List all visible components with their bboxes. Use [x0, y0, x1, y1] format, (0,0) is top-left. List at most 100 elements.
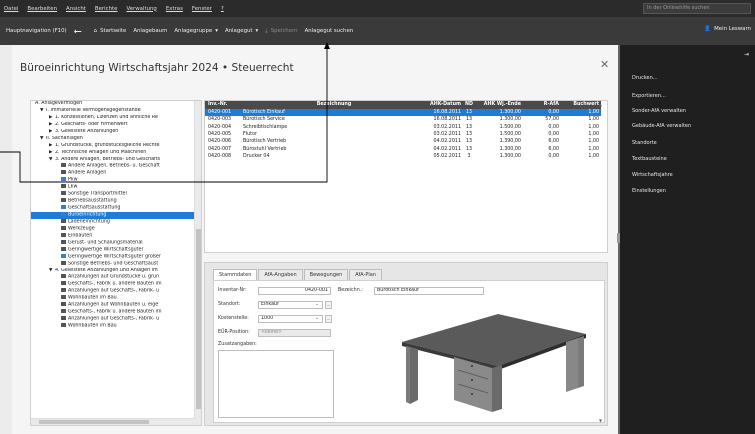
tree-item[interactable]: ▼ 3. Andere Anlagen, Betriebs- und Geschä…	[31, 157, 201, 164]
tree-item[interactable]: Wohnbauten im Bau	[31, 323, 201, 330]
chevron-up-icon[interactable]: ▲	[599, 102, 602, 107]
menu-item[interactable]: Bearbeiten	[27, 6, 57, 12]
menu-item[interactable]: Fenster	[192, 6, 212, 12]
main-vertical-scrollbar[interactable]: ▲ ▼	[596, 100, 608, 426]
bezeichnung-field[interactable]: Bürotisch Einkauf	[374, 287, 484, 295]
eur-position-field[interactable]: <keine>	[258, 329, 331, 337]
menu-item[interactable]: Extras	[166, 6, 183, 12]
main-navigation-button[interactable]: Hauptnavigation (F10)	[6, 28, 67, 34]
asset-group-icon	[61, 295, 66, 300]
menu-item[interactable]: ?	[221, 6, 224, 12]
tab-bewegungen[interactable]: Bewegungen	[303, 269, 349, 280]
tree-vertical-scrollbar[interactable]	[194, 101, 201, 425]
tree-item[interactable]: ▶ 2. Technische Anlagen und Maschinen	[31, 150, 201, 157]
column-header[interactable]: AHK-Datum	[427, 101, 463, 109]
tree-item[interactable]: Geschäfts-, Fabrik u. andere Bauten im	[31, 281, 201, 288]
tree-item[interactable]: ▶ 1. Grundstücke, grundstücksgleiche Rech…	[31, 143, 201, 150]
scrollbar-thumb[interactable]	[196, 229, 201, 409]
tree-item[interactable]: ▼ II. Sachanlagen	[31, 136, 201, 143]
tree-item[interactable]: Sonstige Betriebs- und Geschäftsaust	[31, 260, 201, 268]
tree-item[interactable]: Werkzeuge	[31, 225, 201, 233]
menu-item[interactable]: Verwaltung	[126, 6, 156, 12]
menu-item[interactable]: Datei	[4, 6, 18, 12]
tree-item[interactable]: Büroeinrichtung	[31, 212, 201, 219]
tab-afa-plan[interactable]: AfA-Plan	[349, 269, 383, 280]
tree-item[interactable]: Andere Anlagen	[31, 170, 201, 177]
tab-afa-angaben[interactable]: AfA-Angaben	[258, 269, 303, 280]
table-row[interactable]: 0420-003 Bürotisch Service 16.08.2011 13 1.3…	[205, 116, 601, 123]
asset-group-menu[interactable]: Anlagegruppe ▾	[174, 28, 218, 34]
table-row[interactable]: 0420-005 Flutor 03.02.2011 13 1.500,00 0,00 1,…	[205, 131, 601, 138]
column-header[interactable]: Inv.-Nr.	[206, 101, 240, 109]
tree-item[interactable]: Betriebsausstattung	[31, 198, 201, 205]
sidebar-action-item[interactable]: Gebäude-AfA verwalten	[632, 123, 691, 129]
inventar-field[interactable]: 0420-001	[258, 287, 331, 295]
table-row[interactable]: 0420-001 Bürotisch Einkauf 16.08.2011 13 1.3…	[205, 109, 601, 117]
desk-image	[402, 314, 586, 412]
sidebar-action-item[interactable]: Einstellungen	[632, 188, 666, 194]
tree-item[interactable]: Ladeneinrichtung	[31, 218, 201, 226]
close-icon[interactable]: ✕	[600, 58, 609, 71]
tree-item[interactable]: Sonstige Transportmittel	[31, 191, 201, 198]
table-row[interactable]: 0420-004 Schreibtischlampe 03.02.2011 13 1.5…	[205, 124, 601, 131]
sidebar-action-item[interactable]: Drucken...	[632, 75, 658, 81]
back-arrow-icon[interactable]: ⭠	[74, 26, 82, 37]
table-cell: 03.02.2011	[433, 124, 461, 130]
menu-item[interactable]: Berichte	[95, 6, 118, 12]
chevron-down-icon[interactable]: ⌄	[315, 315, 319, 321]
sidebar-action-item[interactable]: Wirtschaftsjahre	[632, 172, 673, 178]
tree-item[interactable]: Geschäftsausstattung	[31, 205, 201, 212]
tree-item[interactable]: Gerüst- und Schalungsmaterial	[31, 239, 201, 247]
column-header[interactable]: ND	[463, 101, 475, 109]
tree-item[interactable]: Geringwertige Wirtschaftsgüter größer	[31, 253, 201, 261]
tree-item[interactable]: ▼ I. Immaterielle Vermögensgegenstände	[31, 108, 201, 115]
tree-horizontal-scrollbar[interactable]	[31, 418, 196, 425]
tree-item[interactable]: Geringwertige Wirtschaftsgüter	[31, 246, 201, 254]
tree-item[interactable]: A. Anlagevermögen	[31, 101, 201, 108]
table-row[interactable]: 0420-006 Bürotisch Vertrieb 04.02.2011 13 1.…	[205, 138, 601, 145]
pin-icon[interactable]: ⇥	[744, 51, 749, 58]
sidebar-action-item[interactable]: Exportieren...	[632, 93, 666, 99]
sidebar-action-item[interactable]: Standorte	[632, 140, 657, 146]
chevron-down-icon[interactable]: ▼	[599, 418, 602, 423]
tree-item[interactable]: Anzahlungen auf Geschäfts-, Fabrik- u	[31, 288, 201, 295]
column-header[interactable]: Bezeichnung	[241, 101, 427, 109]
online-help-search-input[interactable]: In der Onlinehilfe suchen	[643, 3, 751, 14]
standort-select[interactable]: Einkauf	[258, 301, 323, 309]
account-button[interactable]: 👤 Mein Leswarn	[704, 26, 751, 32]
tree-item[interactable]: Anzahlungen auf Grundstücke u. grun	[31, 274, 201, 281]
column-header[interactable]: AHK Wj.-Ende	[475, 101, 523, 109]
home-button[interactable]: ⌂ Startseite	[94, 28, 127, 34]
asset-tree-button[interactable]: Anlagebaum	[133, 28, 167, 34]
tree-item[interactable]: Geschäfts-, Fabrik u. andere Bauten im	[31, 309, 201, 316]
kostenstelle-select[interactable]: 1000	[258, 315, 323, 323]
tree-item[interactable]: Lkw	[31, 184, 201, 191]
tree-item[interactable]: Wohnbauten im Bau	[31, 295, 201, 302]
tree-item[interactable]: Anzahlungen auf Geschäfts-, Fabrik- u	[31, 316, 201, 323]
column-header[interactable]: Buchwert	[561, 101, 601, 109]
kostenstelle-more-button[interactable]: …	[325, 315, 332, 323]
save-button[interactable]: ⤓ Speichern	[265, 28, 297, 35]
kostenstelle-label: Kostenstelle:	[218, 316, 249, 321]
table-row[interactable]: 0420-007 Bürostuhl Vertrieb 04.02.2011 13 1.…	[205, 146, 601, 153]
tree-item[interactable]: ▼ 4. Geleistete Anzahlungen und Anlagen i…	[31, 268, 201, 275]
chevron-down-icon[interactable]: ⌄	[315, 301, 319, 307]
standort-more-button[interactable]: …	[325, 301, 332, 309]
tree-item[interactable]: ▶ 1. Konzessionen, Lizenzen und ähnliche …	[31, 115, 201, 122]
tree-item[interactable]: Pkw	[31, 177, 201, 184]
tree-item[interactable]: Andere Anlagen, Betriebs- u. Geschäft	[31, 163, 201, 170]
column-header[interactable]: R-AfA	[523, 101, 561, 109]
asset-search-button[interactable]: Anlagegut suchen	[305, 28, 354, 34]
tree-item[interactable]: Einbauten	[31, 232, 201, 240]
tree-item[interactable]: ▶ 3. Geleistete Anzahlungen	[31, 129, 201, 136]
tree-item[interactable]: Anzahlungen auf Wohnbauten u. eige	[31, 302, 201, 309]
tab-stammdaten[interactable]: Stammdaten	[213, 269, 258, 280]
sidebar-action-item[interactable]: Textbausteine	[632, 156, 667, 162]
asset-menu[interactable]: Anlagegut ▾	[225, 28, 258, 34]
table-row[interactable]: 0420-008 Drucker 04 05.02.2011 3 1.300,00 0,0…	[205, 153, 601, 160]
scrollbar-thumb[interactable]	[39, 420, 149, 424]
sidebar-action-item[interactable]: Sonder-AfA verwalten	[632, 108, 686, 114]
menu-item[interactable]: Ansicht	[66, 6, 86, 12]
zusatzangaben-textarea[interactable]	[218, 350, 334, 418]
tree-item[interactable]: ▶ 2. Geschäfts- oder Firmenwert	[31, 122, 201, 129]
